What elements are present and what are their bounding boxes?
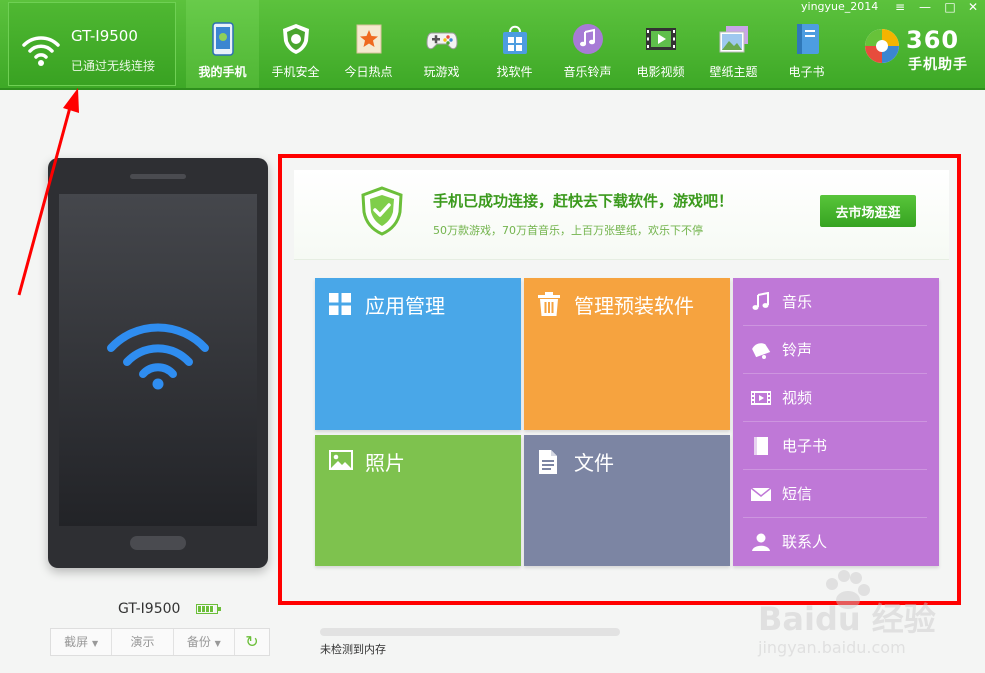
backup-label: 备份 <box>186 635 211 649</box>
shield-icon <box>283 24 309 54</box>
shopping-bag-icon <box>503 25 527 54</box>
demo-button[interactable]: 演示 <box>112 629 174 655</box>
backup-button[interactable]: 备份 ▼ <box>174 629 235 655</box>
username[interactable]: yingyue_2014 <box>801 0 878 13</box>
tab-wallpaper-themes[interactable]: 壁纸主题 <box>697 0 770 90</box>
minimize-button[interactable]: — <box>915 0 935 14</box>
tab-my-phone[interactable]: 我的手机 <box>186 0 259 90</box>
logo-text: 手机助手 <box>908 57 968 73</box>
tab-label: 电影视频 <box>636 65 685 79</box>
demo-label: 演示 <box>130 635 155 649</box>
refresh-icon: ↻ <box>245 632 259 651</box>
phone-home-button <box>130 536 186 550</box>
tab-label: 玩游戏 <box>423 65 460 79</box>
tab-music-ringtones[interactable]: 音乐铃声 <box>551 0 624 90</box>
connection-status: 已通过无线连接 <box>71 59 156 73</box>
connected-device-panel[interactable]: GT-I9500 已通过无线连接 <box>8 2 176 86</box>
watermark-brand: Baidu 经验 <box>758 600 936 638</box>
phone-icon <box>212 22 234 56</box>
book-icon <box>797 24 819 54</box>
memory-progress-bar <box>320 628 620 636</box>
main-nav: 我的手机 手机安全 今日热点 玩游戏 找软件 音乐铃声 电影视频 壁纸主题 电子… <box>186 0 843 90</box>
logo-number: 360 <box>906 26 960 54</box>
tab-phone-security[interactable]: 手机安全 <box>259 0 332 90</box>
tab-movies-videos[interactable]: 电影视频 <box>624 0 697 90</box>
annotation-highlight-box <box>278 154 961 605</box>
logo-icon <box>865 29 899 63</box>
tab-ebooks[interactable]: 电子书 <box>770 0 843 90</box>
memory-status: 未检测到内存 <box>320 643 386 656</box>
dropdown-arrow-icon: ▼ <box>214 639 221 648</box>
music-icon <box>573 24 603 54</box>
tab-label: 电子书 <box>788 65 825 79</box>
refresh-button[interactable]: ↻ <box>235 629 269 655</box>
battery-icon <box>196 604 221 614</box>
dropdown-arrow-icon: ▼ <box>92 639 99 648</box>
tab-label: 我的手机 <box>198 65 247 79</box>
tab-label: 音乐铃声 <box>563 65 612 79</box>
tab-label: 手机安全 <box>271 65 320 79</box>
phone-tools-bar: 截屏 ▼ 演示 备份 ▼ ↻ <box>50 628 270 656</box>
watermark-url: jingyan.baidu.com <box>758 638 906 657</box>
maximize-button[interactable]: □ <box>940 0 960 14</box>
tab-label: 找软件 <box>496 65 533 79</box>
picture-icon <box>719 26 748 53</box>
device-name: GT-I9500 <box>71 27 138 45</box>
tab-label: 今日热点 <box>344 65 393 79</box>
tab-label: 壁纸主题 <box>709 65 758 79</box>
tab-today-hot[interactable]: 今日热点 <box>332 0 405 90</box>
phone-speaker <box>130 174 186 179</box>
star-icon <box>356 24 382 54</box>
screenshot-label: 截屏 <box>64 635 89 649</box>
app-logo: 360 手机助手 <box>862 26 980 74</box>
film-icon <box>646 28 676 50</box>
phone-model-name: GT-I9500 <box>118 601 181 617</box>
top-bar: GT-I9500 已通过无线连接 我的手机 手机安全 今日热点 玩游戏 找软件 … <box>0 0 985 90</box>
wifi-icon <box>22 36 60 66</box>
menu-icon[interactable]: ≡ <box>890 0 910 14</box>
wifi-icon <box>107 323 209 390</box>
gamepad-icon <box>426 32 458 50</box>
tab-find-software[interactable]: 找软件 <box>478 0 551 90</box>
phone-illustration <box>48 158 268 568</box>
screenshot-button[interactable]: 截屏 ▼ <box>51 629 113 655</box>
close-button[interactable]: ✕ <box>963 0 983 14</box>
phone-screen <box>59 194 257 526</box>
tab-play-games[interactable]: 玩游戏 <box>405 0 478 90</box>
